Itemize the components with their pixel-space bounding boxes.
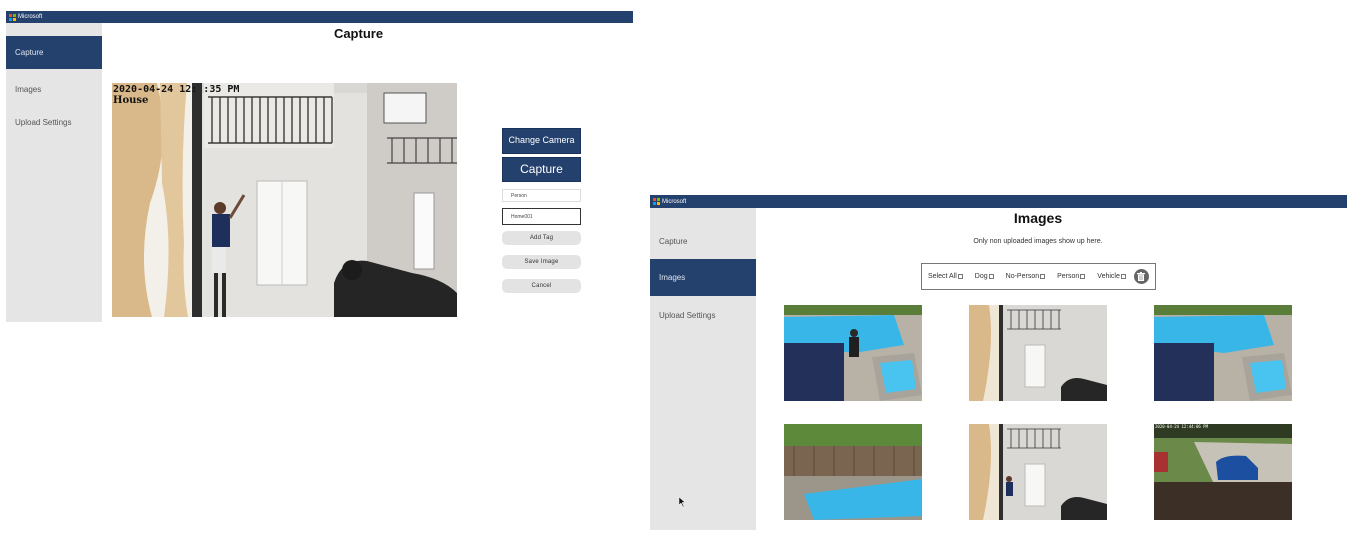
filter-no-person[interactable]: No-Person	[1005, 273, 1046, 280]
page-title: Capture	[333, 26, 384, 41]
camera-timestamp: 2020-04-24 12: :35 PM	[113, 84, 240, 95]
sidebar-item-label: Capture	[659, 236, 688, 246]
sidebar-item-label: Upload Settings	[15, 117, 72, 127]
page-subtitle: Only non uploaded images show up here.	[973, 238, 1103, 245]
image-thumbnail[interactable]	[1154, 305, 1292, 401]
trash-icon	[1137, 272, 1146, 281]
sidebar-item-label: Images	[659, 273, 686, 282]
image-thumbnail[interactable]: 2020-04-24 12:44:06 PM	[1154, 424, 1292, 520]
backyard-pool-image	[784, 424, 922, 520]
camera-location-label: House	[113, 95, 149, 106]
filter-select-all[interactable]: Select All	[928, 273, 963, 280]
driveway-car-image	[1154, 424, 1292, 520]
sidebar-item-label: Capture	[15, 48, 44, 57]
microsoft-logo-icon	[653, 198, 660, 205]
image-thumbnail[interactable]	[969, 424, 1107, 520]
images-sidebar: Capture Images Upload Settings	[650, 208, 756, 530]
titlebar-brand: Microsoft	[662, 198, 687, 205]
sidebar-item-images[interactable]: Images	[650, 259, 756, 296]
thumbnail-timestamp: 2020-04-24 12:44:06 PM	[1155, 424, 1208, 429]
filter-label: Select All	[928, 273, 957, 280]
sidebar-item-images[interactable]: Images	[6, 79, 102, 99]
dog-checkbox[interactable]	[988, 274, 994, 279]
titlebar-brand: Microsoft	[18, 14, 43, 20]
filter-bar: Select All Dog No-Person Person Vehicle	[921, 263, 1156, 290]
pool-image	[1154, 305, 1292, 401]
capture-titlebar: Microsoft	[6, 11, 633, 23]
no-person-checkbox[interactable]	[1040, 274, 1046, 279]
sidebar-item-capture[interactable]: Capture	[650, 231, 756, 251]
sidebar-item-label: Upload Settings	[659, 310, 716, 320]
cancel-button[interactable]: Cancel	[502, 279, 581, 293]
sidebar-item-label: Images	[15, 84, 42, 94]
pool-person-image	[784, 305, 922, 401]
image-thumbnail[interactable]	[784, 305, 922, 401]
capture-button[interactable]: Capture	[502, 157, 581, 182]
capture-window: Microsoft Capture Images Upload Settings…	[6, 11, 633, 322]
sidebar-item-upload-settings[interactable]: Upload Settings	[650, 305, 756, 325]
images-window: Microsoft Capture Images Upload Settings…	[650, 195, 1347, 530]
image-thumbnail[interactable]	[969, 305, 1107, 401]
page-title: Images	[1013, 210, 1063, 226]
filter-vehicle[interactable]: Vehicle	[1097, 273, 1126, 280]
select-all-checkbox[interactable]	[957, 274, 963, 279]
mouse-cursor-icon	[679, 497, 686, 507]
filter-label: Vehicle	[1097, 273, 1120, 280]
filter-person[interactable]: Person	[1057, 273, 1086, 280]
add-tag-button[interactable]: Add Tag	[502, 231, 581, 245]
living-room-person-image	[969, 424, 1107, 520]
images-titlebar: Microsoft	[650, 195, 1347, 208]
filter-label: Dog	[974, 273, 988, 280]
save-image-button[interactable]: Save Image	[502, 255, 581, 269]
image-thumbnail[interactable]	[784, 424, 922, 520]
person-checkbox[interactable]	[1080, 274, 1086, 279]
vehicle-checkbox[interactable]	[1120, 274, 1126, 279]
filter-dog[interactable]: Dog	[975, 273, 994, 280]
image-name-input[interactable]	[502, 208, 581, 225]
tag-input[interactable]	[502, 189, 581, 202]
camera-scene-image	[112, 83, 457, 317]
capture-sidebar: Capture Images Upload Settings	[6, 23, 102, 322]
microsoft-logo-icon	[9, 13, 16, 21]
living-room-image	[969, 305, 1107, 401]
sidebar-item-capture[interactable]: Capture	[6, 36, 102, 69]
filter-label: Person	[1057, 273, 1080, 280]
change-camera-button[interactable]: Change Camera	[502, 128, 581, 154]
filter-label: No-Person	[1005, 273, 1040, 280]
delete-button[interactable]	[1133, 269, 1149, 284]
camera-preview: 2020-04-24 12: :35 PM House	[112, 83, 457, 317]
sidebar-item-upload-settings[interactable]: Upload Settings	[6, 112, 102, 132]
